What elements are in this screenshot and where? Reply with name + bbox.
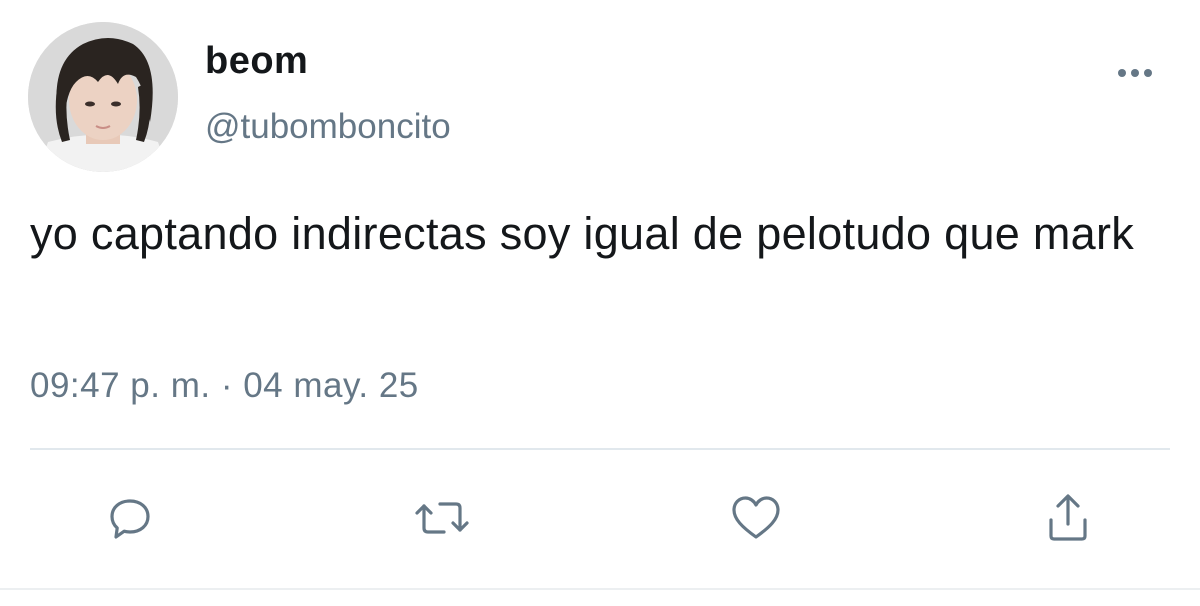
tweet-text: yo captando indirectas soy igual de pelo… — [30, 208, 1135, 259]
reply-button[interactable] — [100, 488, 160, 548]
retweet-arrows-icon — [415, 502, 469, 534]
tweet-card: beom @tubomboncito yo captando indirecta… — [0, 0, 1200, 606]
more-options-button[interactable] — [1110, 58, 1170, 88]
share-button[interactable] — [1038, 488, 1098, 548]
author-display-name[interactable]: beom — [205, 40, 308, 83]
avatar[interactable] — [28, 22, 178, 172]
speech-bubble-icon — [110, 499, 150, 539]
heart-icon — [732, 496, 780, 539]
author-handle[interactable]: @tubomboncito — [205, 107, 451, 147]
like-button[interactable] — [726, 488, 786, 548]
retweet-button[interactable] — [412, 488, 472, 548]
more-dots-icon — [1118, 69, 1152, 77]
tweet-timestamp[interactable]: 09:47 p. m. · 04 may. 25 — [30, 366, 419, 406]
divider — [30, 448, 1170, 450]
share-upload-icon — [1049, 494, 1087, 541]
bottom-divider — [0, 588, 1200, 590]
profile-photo-icon — [28, 22, 178, 172]
